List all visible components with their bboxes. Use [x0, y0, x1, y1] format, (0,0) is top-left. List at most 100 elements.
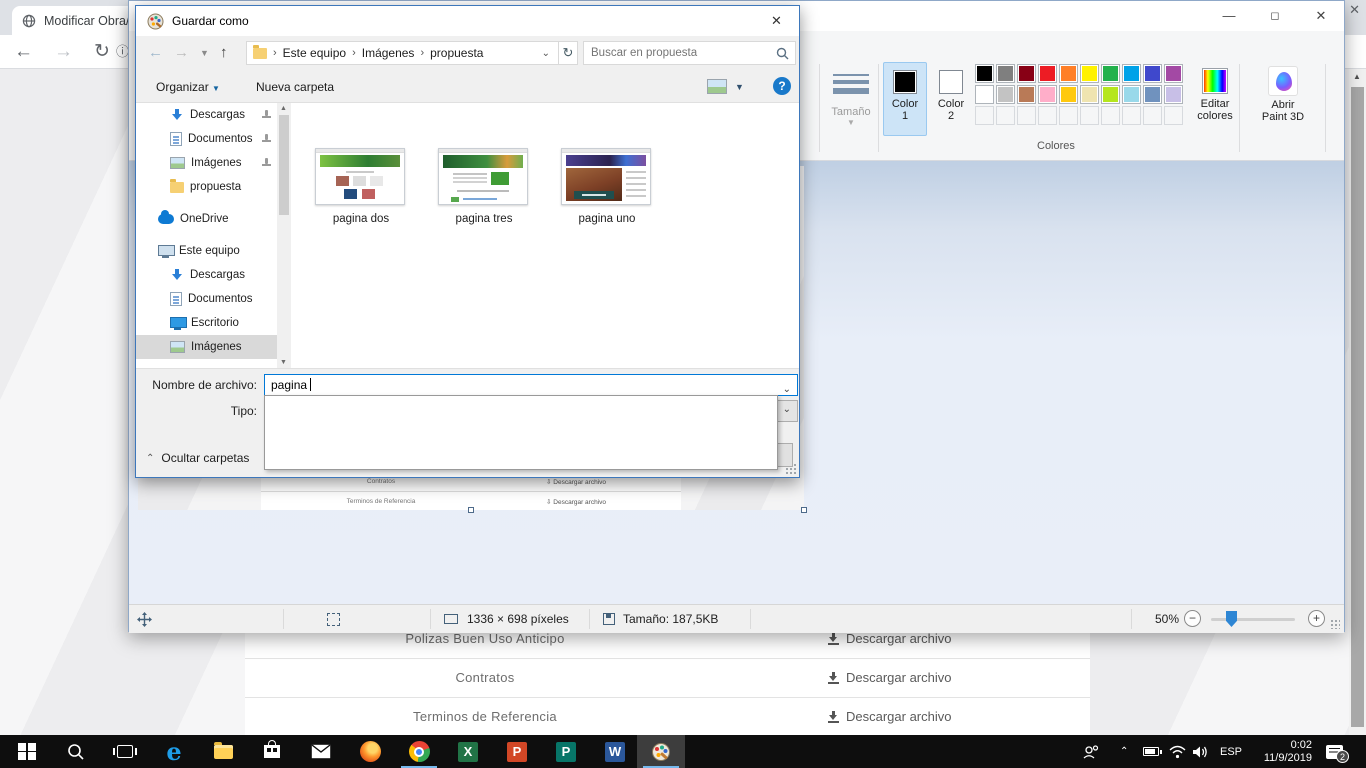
sidebar-item-documentos[interactable]: Documentos — [136, 127, 277, 151]
palette-empty-slot[interactable] — [996, 106, 1015, 125]
volume-icon[interactable] — [1192, 735, 1209, 768]
dialog-forward-button[interactable]: → — [174, 44, 189, 61]
breadcrumb-dropdown-icon[interactable]: ⌄ — [542, 48, 558, 59]
sidebar-item-imagenes-selected[interactable]: Imágenes — [136, 335, 277, 359]
palette-swatch[interactable] — [1080, 85, 1099, 104]
palette-swatch[interactable] — [1059, 64, 1078, 83]
palette-swatch[interactable] — [975, 85, 994, 104]
filetype-dropdown-list[interactable] — [264, 395, 778, 470]
palette-swatch[interactable] — [996, 64, 1015, 83]
download-link[interactable]: Descargar archivo — [828, 670, 952, 685]
palette-swatch[interactable] — [1038, 85, 1057, 104]
search-input[interactable]: Buscar en propuesta — [583, 41, 796, 65]
palette-empty-slot[interactable] — [1122, 106, 1141, 125]
zoom-slider-thumb[interactable] — [1226, 611, 1237, 627]
refresh-button[interactable]: ↻ — [94, 35, 110, 69]
view-mode-icon[interactable] — [707, 79, 727, 94]
zoom-out-button[interactable]: − — [1184, 610, 1201, 627]
sidebar-item-propuesta[interactable]: propuesta — [136, 175, 277, 199]
taskbar-edge-icon[interactable]: e — [150, 735, 198, 768]
palette-swatch[interactable] — [1143, 64, 1162, 83]
download-link[interactable]: Descargar archivo — [828, 709, 952, 724]
taskbar-firefox-icon[interactable] — [346, 735, 394, 768]
palette-swatch[interactable] — [1101, 85, 1120, 104]
start-button[interactable] — [3, 735, 51, 768]
dialog-back-button[interactable]: ← — [148, 44, 163, 61]
canvas-resize-handle-corner[interactable] — [801, 507, 807, 513]
taskbar-paint-icon-active[interactable] — [637, 735, 685, 768]
wifi-icon[interactable] — [1169, 735, 1186, 768]
zoom-slider-track[interactable] — [1211, 618, 1295, 621]
taskbar-publisher-icon[interactable]: P — [542, 735, 590, 768]
sidebar-item-escritorio[interactable]: Escritorio — [136, 311, 277, 335]
file-pagina-tres[interactable]: pagina tres — [438, 148, 530, 225]
maximize-button[interactable]: ◻ — [1252, 1, 1298, 31]
taskbar-word-icon[interactable]: W — [591, 735, 639, 768]
canvas-resize-handle-bottom[interactable] — [468, 507, 474, 513]
taskbar-store-icon[interactable] — [248, 735, 296, 768]
sidebar-item-descargas2[interactable]: Descargas — [136, 263, 277, 287]
color2-button[interactable]: Color2 — [929, 62, 973, 136]
scroll-down-arrow[interactable]: ▼ — [280, 359, 287, 366]
people-icon[interactable] — [1082, 735, 1100, 768]
palette-empty-slot[interactable] — [1017, 106, 1036, 125]
scrollbar-thumb[interactable] — [279, 115, 289, 215]
chevron-down-icon[interactable]: ⌄ — [783, 380, 791, 400]
scroll-up-arrow[interactable]: ▲ — [280, 105, 287, 112]
tray-expand-icon[interactable]: ⌃ — [1120, 735, 1128, 768]
palette-swatch[interactable] — [1143, 85, 1162, 104]
taskbar-search-button[interactable] — [52, 735, 100, 768]
taskbar-excel-icon[interactable]: X — [444, 735, 492, 768]
close-button[interactable]: ✕ — [1298, 1, 1344, 31]
up-one-level-button[interactable]: ↑ — [220, 44, 228, 61]
breadcrumb-item[interactable]: propuesta — [430, 46, 483, 60]
breadcrumb-item[interactable]: Imágenes — [362, 46, 415, 60]
navpane-scrollbar[interactable]: ▲ ▼ — [277, 103, 291, 368]
palette-empty-slot[interactable] — [1101, 106, 1120, 125]
filename-input[interactable]: pagina ⌄ — [264, 374, 798, 396]
hide-folders-button[interactable]: ⌃ Ocultar carpetas — [146, 447, 249, 469]
dialog-close-button[interactable]: ✕ — [754, 6, 799, 36]
palette-swatch[interactable] — [1164, 85, 1183, 104]
breadcrumb[interactable]: › Este equipo › Imágenes › propuesta ⌄ — [246, 41, 559, 65]
palette-swatch[interactable] — [975, 64, 994, 83]
scroll-up-arrow[interactable]: ▲ — [1353, 72, 1361, 81]
palette-swatch[interactable] — [996, 85, 1015, 104]
palette-empty-slot[interactable] — [975, 106, 994, 125]
palette-empty-slot[interactable] — [1059, 106, 1078, 125]
scrollbar-thumb[interactable] — [1351, 87, 1364, 727]
download-link[interactable]: Descargar archivo — [828, 631, 952, 646]
size-button[interactable]: Tamaño ▼ — [827, 62, 875, 136]
view-mode-dropdown-icon[interactable]: ▼ — [735, 82, 744, 92]
zoom-in-button[interactable]: + — [1308, 610, 1325, 627]
dialog-refresh-button[interactable]: ↻ — [559, 41, 578, 65]
palette-swatch[interactable] — [1164, 64, 1183, 83]
taskbar-powerpoint-icon[interactable]: P — [493, 735, 541, 768]
palette-swatch[interactable] — [1017, 85, 1036, 104]
taskbar-chrome-icon[interactable] — [395, 735, 443, 768]
battery-icon[interactable] — [1143, 735, 1159, 768]
recent-locations-icon[interactable]: ▼ — [200, 48, 209, 58]
color1-button[interactable]: Color1 — [883, 62, 927, 136]
open-paint3d-button[interactable]: AbrirPaint 3D — [1245, 62, 1321, 136]
sidebar-item-este-equipo[interactable]: Este equipo — [136, 239, 277, 263]
sidebar-item-onedrive[interactable]: OneDrive — [136, 207, 277, 231]
language-indicator[interactable]: ESP — [1220, 735, 1242, 768]
minimize-button[interactable]: — — [1206, 1, 1252, 31]
file-pagina-dos[interactable]: pagina dos — [315, 148, 407, 225]
forward-button[interactable]: → — [54, 35, 73, 69]
palette-swatch[interactable] — [1080, 64, 1099, 83]
palette-empty-slot[interactable] — [1143, 106, 1162, 125]
action-center-icon[interactable]: 2 — [1326, 735, 1343, 768]
edit-colors-button[interactable]: Editarcolores — [1191, 62, 1239, 136]
sidebar-item-descargas[interactable]: Descargas — [136, 103, 277, 127]
taskbar-mail-icon[interactable] — [297, 735, 345, 768]
browser-scrollbar[interactable]: ▲ — [1349, 69, 1366, 735]
palette-empty-slot[interactable] — [1038, 106, 1057, 125]
file-pagina-uno[interactable]: pagina uno — [561, 148, 653, 225]
taskbar-explorer-icon[interactable] — [199, 735, 247, 768]
palette-swatch[interactable] — [1101, 64, 1120, 83]
window-resize-grip[interactable] — [1330, 619, 1340, 629]
palette-swatch[interactable] — [1017, 64, 1036, 83]
task-view-button[interactable] — [101, 735, 149, 768]
